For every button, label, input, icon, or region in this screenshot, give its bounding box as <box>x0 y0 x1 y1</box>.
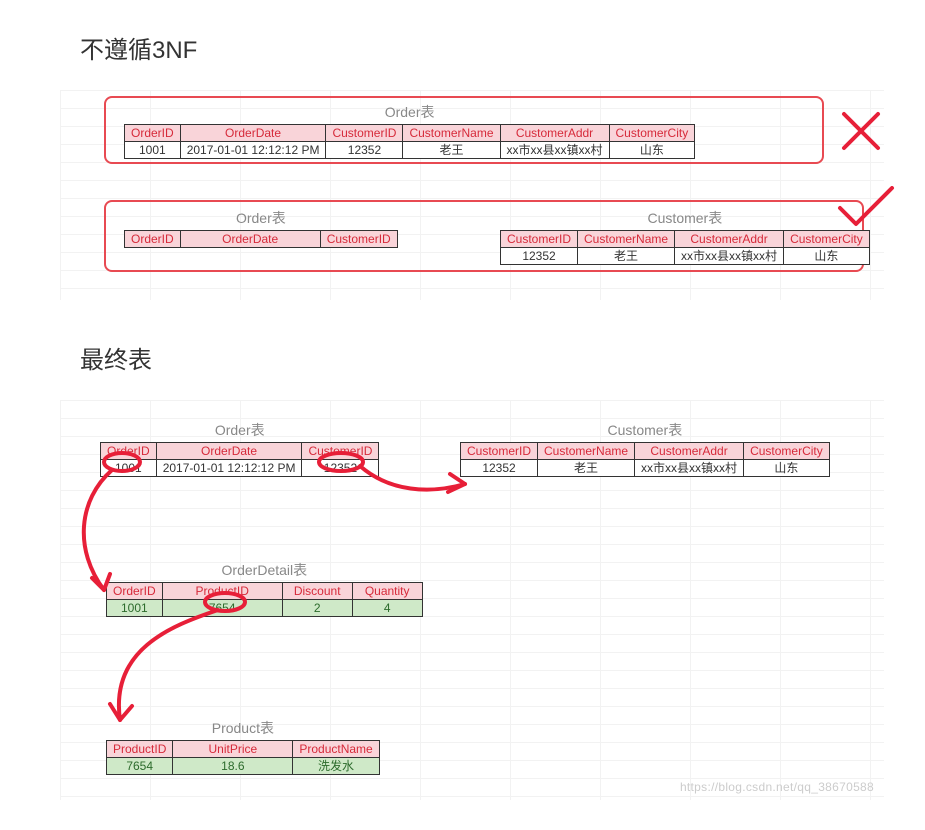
th: UnitPrice <box>173 741 293 758</box>
td: 7654 <box>162 600 282 617</box>
td: xx市xx县xx镇xx村 <box>635 460 744 477</box>
th: CustomerCity <box>609 125 695 142</box>
table-caption: Customer表 <box>460 418 830 442</box>
th: ProductID <box>107 741 173 758</box>
th: OrderDate <box>180 231 320 248</box>
th: CustomerAddr <box>635 443 744 460</box>
table-order-non3nf: Order表 OrderID OrderDate CustomerID Cust… <box>124 100 695 159</box>
td: 山东 <box>609 142 695 159</box>
td: 4 <box>352 600 422 617</box>
table-orderdetail: OrderDetail表 OrderID ProductID Discount … <box>106 558 423 617</box>
td: 2017-01-01 12:12:12 PM <box>180 142 326 159</box>
td: 12352 <box>302 460 379 477</box>
table-caption: Customer表 <box>500 206 870 230</box>
table-customer-split: Customer表 CustomerID CustomerName Custom… <box>500 206 870 265</box>
section-title-3nf: 不遵循3NF <box>80 30 845 65</box>
th: CustomerName <box>538 443 635 460</box>
table-order-split: Order表 OrderID OrderDate CustomerID <box>124 206 398 248</box>
th: OrderID <box>125 125 181 142</box>
td: 1001 <box>125 142 181 159</box>
td: 老王 <box>578 248 675 265</box>
td: 山东 <box>784 248 870 265</box>
th: CustomerID <box>320 231 397 248</box>
th: CustomerCity <box>784 231 870 248</box>
th: CustomerAddr <box>675 231 784 248</box>
td: 12352 <box>501 248 578 265</box>
td: xx市xx县xx镇xx村 <box>500 142 609 159</box>
th: ProductID <box>162 583 282 600</box>
x-mark-icon <box>838 108 888 158</box>
td: 1001 <box>101 460 157 477</box>
table-caption: Order表 <box>124 206 398 230</box>
td: 7654 <box>107 758 173 775</box>
diagram-3nf: Order表 OrderID OrderDate CustomerID Cust… <box>60 90 884 300</box>
td: 2017-01-01 12:12:12 PM <box>156 460 302 477</box>
th: CustomerID <box>461 443 538 460</box>
td: 12352 <box>326 142 403 159</box>
td: 洗发水 <box>293 758 379 775</box>
diagram-final: Order表 OrderID OrderDate CustomerID 1001… <box>60 400 884 800</box>
th: CustomerCity <box>744 443 830 460</box>
td: 山东 <box>744 460 830 477</box>
table-caption: Order表 <box>100 418 379 442</box>
th: OrderID <box>125 231 181 248</box>
td: 12352 <box>461 460 538 477</box>
section-title-final: 最终表 <box>80 340 845 375</box>
td: 18.6 <box>173 758 293 775</box>
td: xx市xx县xx镇xx村 <box>675 248 784 265</box>
th: CustomerID <box>501 231 578 248</box>
table-order-final: Order表 OrderID OrderDate CustomerID 1001… <box>100 418 379 477</box>
th: Quantity <box>352 583 422 600</box>
table-product: Product表 ProductID UnitPrice ProductName… <box>106 716 380 775</box>
th: OrderID <box>101 443 157 460</box>
table-customer-final: Customer表 CustomerID CustomerName Custom… <box>460 418 830 477</box>
th: Discount <box>282 583 352 600</box>
th: CustomerAddr <box>500 125 609 142</box>
watermark-text: https://blog.csdn.net/qq_38670588 <box>680 780 874 794</box>
th: CustomerID <box>326 125 403 142</box>
th: CustomerName <box>578 231 675 248</box>
th: OrderID <box>107 583 163 600</box>
td: 1001 <box>107 600 163 617</box>
table-caption: Order表 <box>124 100 695 124</box>
table-caption: OrderDetail表 <box>106 558 423 582</box>
td: 老王 <box>403 142 500 159</box>
th: CustomerName <box>403 125 500 142</box>
th: CustomerID <box>302 443 379 460</box>
th: OrderDate <box>180 125 326 142</box>
th: ProductName <box>293 741 379 758</box>
td: 2 <box>282 600 352 617</box>
td: 老王 <box>538 460 635 477</box>
table-caption: Product表 <box>106 716 380 740</box>
th: OrderDate <box>156 443 302 460</box>
